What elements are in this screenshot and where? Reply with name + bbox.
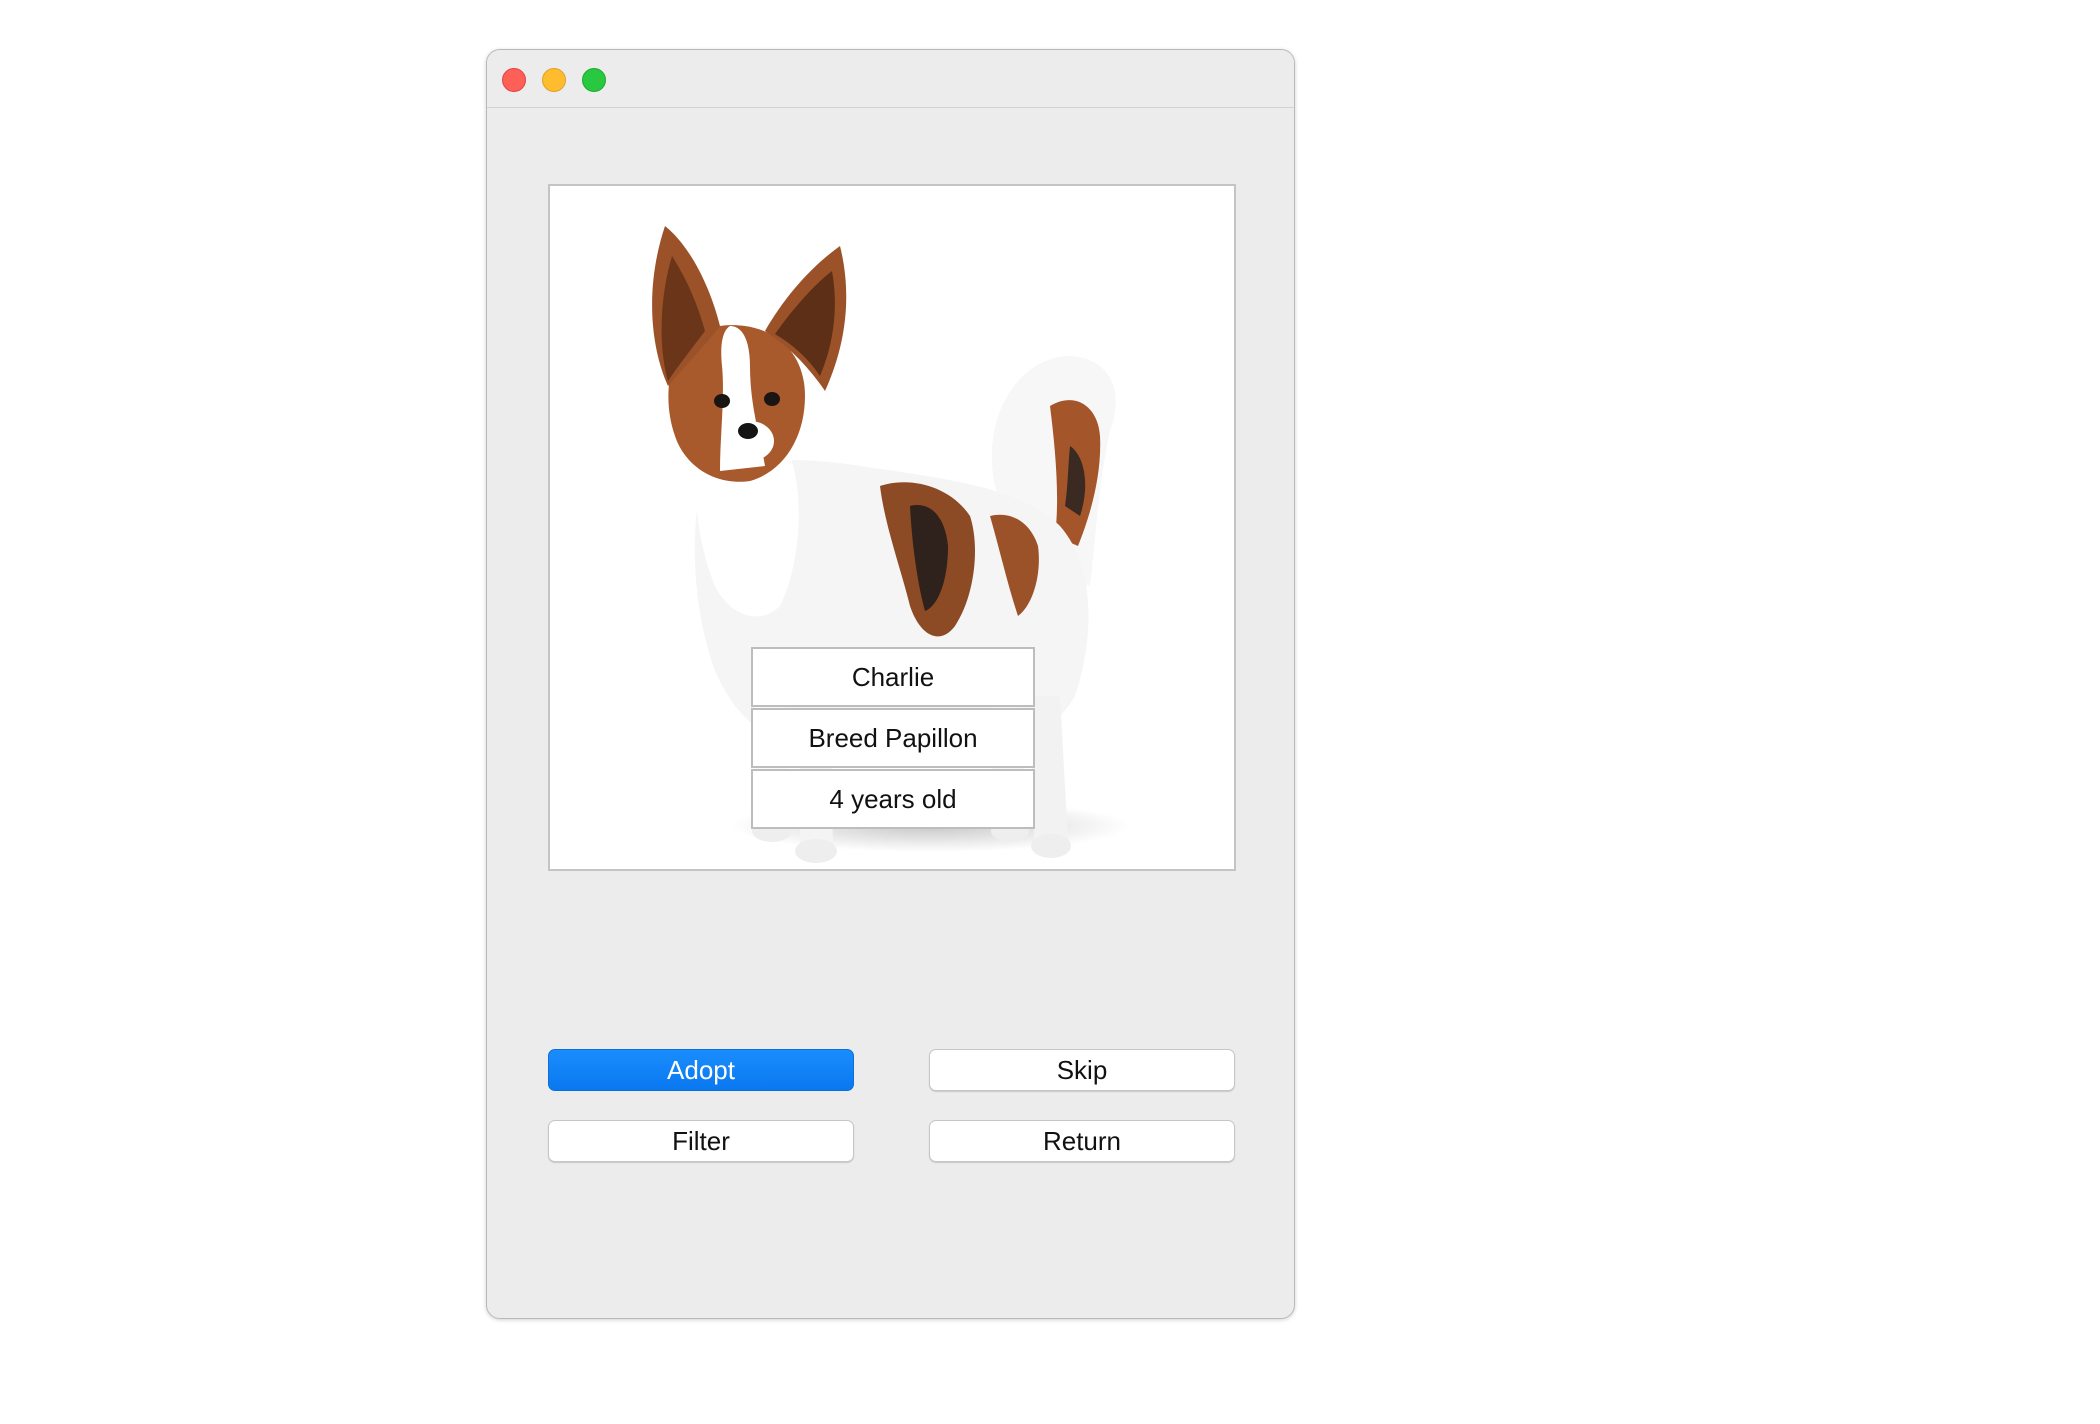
minimize-icon[interactable] xyxy=(542,68,566,92)
pet-breed-field: Breed Papillon xyxy=(751,708,1035,768)
adopt-button[interactable]: Adopt xyxy=(548,1049,854,1091)
pet-name-field: Charlie xyxy=(751,647,1035,707)
close-icon[interactable] xyxy=(502,68,526,92)
skip-button[interactable]: Skip xyxy=(929,1049,1235,1091)
filter-button[interactable]: Filter xyxy=(548,1120,854,1162)
pet-adoption-window: Charlie Breed Papillon 4 years old Adopt… xyxy=(486,49,1295,1319)
pet-age-field: 4 years old xyxy=(751,769,1035,829)
maximize-icon[interactable] xyxy=(582,68,606,92)
title-bar[interactable] xyxy=(487,50,1294,108)
return-button[interactable]: Return xyxy=(929,1120,1235,1162)
